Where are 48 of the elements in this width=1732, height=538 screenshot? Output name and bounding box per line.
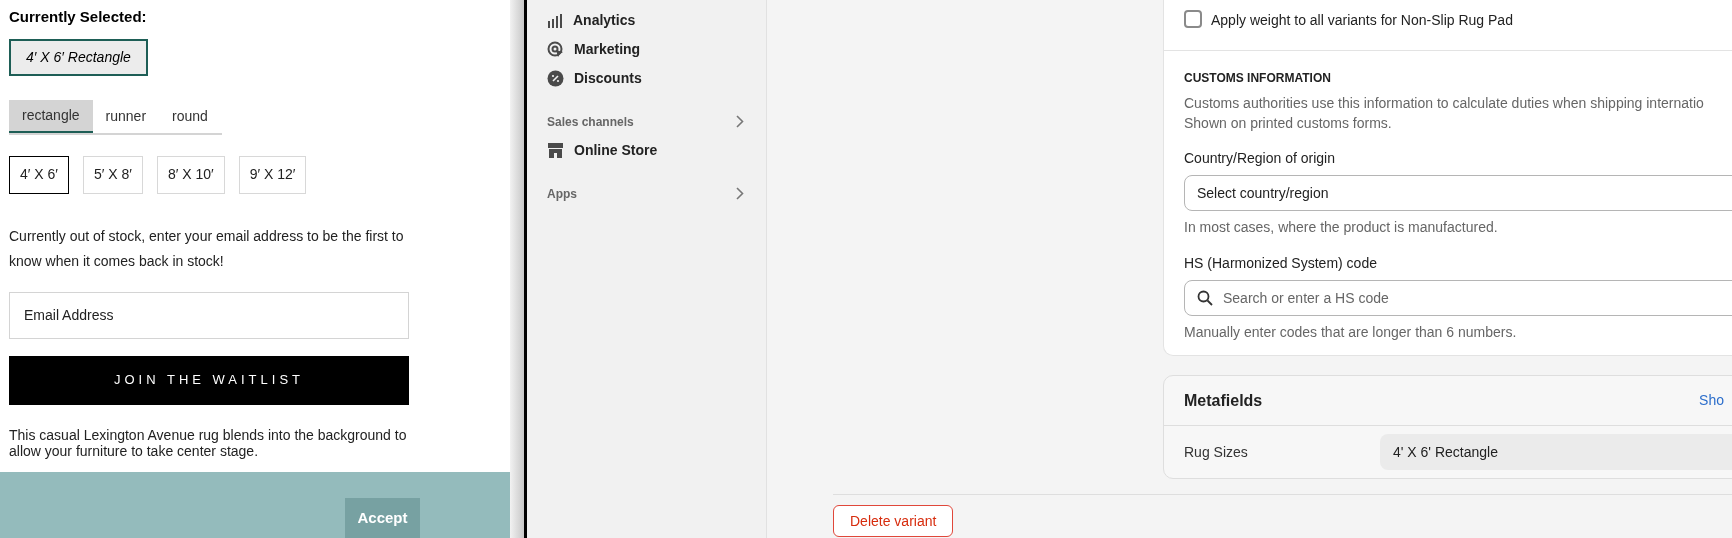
size-option[interactable]: 5′ X 8′ [82,155,143,194]
size-option[interactable]: 4′ X 6′ [9,155,69,194]
section-heading: CUSTOMS INFORMATION [1184,70,1332,87]
checkbox[interactable] [1184,10,1202,28]
sidebar-item[interactable]: Discounts [547,64,744,93]
sidebar-item-label: Marketing [574,40,641,59]
bar-chart-icon [547,13,563,28]
delete-variant-button[interactable]: Delete variant [833,505,954,537]
size-option[interactable]: 9′ X 12′ [238,155,307,194]
join-waitlist-button[interactable]: JOIN THE WAITLIST [9,355,409,405]
target-cursor-icon [547,41,564,58]
section-description: Shown on printed customs forms. [1184,114,1393,133]
sidebar-item-label: Online Store [574,141,658,160]
sidebar-section-label: Apps [547,185,577,203]
hs-code-field[interactable]: Search or enter a HS code [1184,280,1732,316]
discount-icon [547,70,564,87]
metafield-label: Rug Sizes [1184,442,1249,462]
email-field[interactable]: Email Address [9,291,409,339]
chevron-right-icon [736,187,744,200]
sidebar-item[interactable]: Online Store [547,136,744,165]
product-description: This casual Lexington Avenue rug blends into the background to allow your furniture to take center stage. [9,426,408,459]
selected-variant-label: 4′ X 6′ Rectangle [9,38,148,76]
field-hint: In most cases, where the product is manufactured. [1184,218,1499,237]
section-description: Customs authorities use this information to calculate duties when shipping internatio [1184,94,1705,113]
shape-tab[interactable]: runner [92,99,160,133]
field-hint: Manually enter codes that are longer than 6 numbers. [1184,323,1518,342]
checkbox-label: Apply weight to all variants for Non-Slip Rug Pad [1211,11,1513,30]
sidebar-item[interactable]: Analytics [547,6,744,35]
field-label: Country/Region of origin [1184,149,1336,168]
card-title: Metafields [1184,390,1263,411]
search-icon [1197,290,1213,306]
sidebar-item-label: Analytics [573,11,636,30]
stock-message: Currently out of stock, enter your email address to be the first to know when it comes back in stock! [9,226,405,271]
metafield-value[interactable]: 4' X 6' Rectangle [1380,434,1732,470]
store-icon [547,142,564,159]
sidebar-section[interactable]: Apps [547,179,744,208]
field-label: HS (Harmonized System) code [1184,254,1378,273]
currently-selected-heading: Currently Selected: [9,7,148,27]
sidebar-item-label: Discounts [574,69,642,88]
size-option[interactable]: 8′ X 10′ [156,155,225,194]
sidebar-item[interactable]: Marketing [547,35,744,64]
shape-tab[interactable]: round [159,99,221,133]
country-select[interactable]: Select country/region [1184,175,1732,211]
shape-tab[interactable]: rectangle [9,99,93,133]
show-link[interactable]: Sho [1699,390,1724,411]
chevron-right-icon [736,115,744,128]
sidebar-section-label: Sales channels [547,113,634,131]
sidebar-section[interactable]: Sales channels [547,107,744,136]
